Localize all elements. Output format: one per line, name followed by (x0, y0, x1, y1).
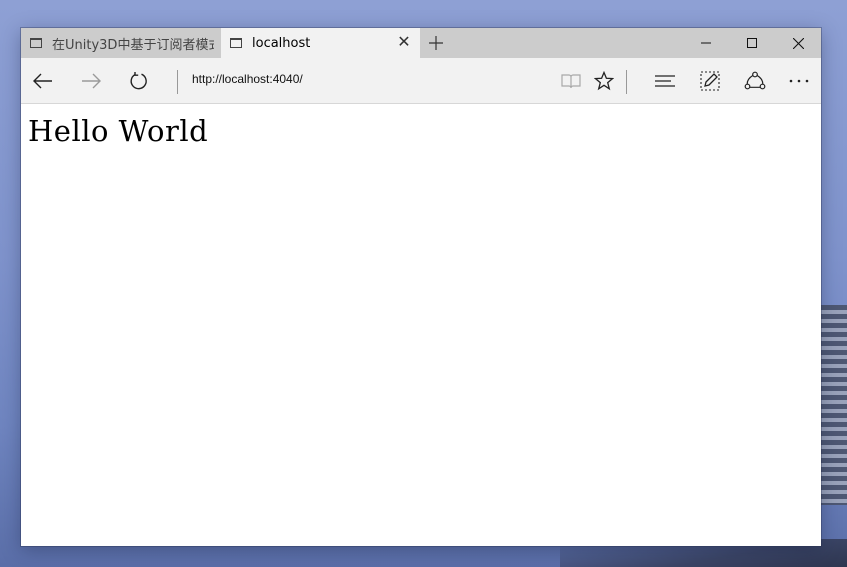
new-tab-button[interactable] (420, 28, 452, 58)
tab-unity-article[interactable]: 在Unity3D中基于订阅者模式 (21, 28, 221, 58)
close-window-button[interactable] (775, 28, 821, 58)
tab-bar: 在Unity3D中基于订阅者模式 localhost ✕ (21, 28, 821, 58)
page-content: Hello World (21, 104, 821, 546)
maximize-icon (747, 38, 757, 48)
tab-localhost[interactable]: localhost ✕ (221, 28, 420, 58)
favorite-button[interactable] (587, 64, 621, 98)
hub-icon (655, 75, 675, 87)
forward-button[interactable] (74, 64, 108, 98)
plus-icon (429, 36, 443, 50)
more-button[interactable] (782, 64, 816, 98)
tab-title: 在Unity3D中基于订阅者模式 (52, 37, 214, 53)
share-icon (744, 71, 766, 90)
maximize-button[interactable] (729, 28, 775, 58)
back-button[interactable] (26, 64, 60, 98)
page-icon (30, 38, 42, 48)
window-controls (683, 28, 821, 58)
address-separator (177, 70, 178, 94)
more-dots-icon (789, 79, 809, 83)
tab-title: localhost (252, 35, 311, 51)
web-note-button[interactable] (693, 64, 727, 98)
forward-arrow-icon (82, 73, 101, 89)
desktop-background-detail (821, 305, 847, 505)
back-arrow-icon (33, 73, 52, 89)
refresh-button[interactable] (122, 64, 156, 98)
toolbar-separator (626, 70, 627, 94)
page-text: Hello World (28, 114, 209, 148)
close-icon (792, 37, 804, 49)
refresh-icon (130, 72, 147, 90)
navigation-bar: http://localhost:4040/ (21, 58, 821, 104)
share-button[interactable] (738, 64, 772, 98)
hub-button[interactable] (649, 64, 683, 98)
reading-view-button[interactable] (554, 64, 588, 98)
star-icon (594, 71, 614, 91)
close-tab-icon[interactable]: ✕ (396, 34, 412, 50)
book-icon (561, 74, 581, 89)
pen-note-icon (700, 71, 720, 91)
browser-window: 在Unity3D中基于订阅者模式 localhost ✕ http://loca… (21, 28, 821, 546)
minimize-icon (701, 42, 711, 44)
page-icon (230, 38, 242, 48)
minimize-button[interactable] (683, 28, 729, 58)
address-bar[interactable]: http://localhost:4040/ (192, 72, 303, 86)
